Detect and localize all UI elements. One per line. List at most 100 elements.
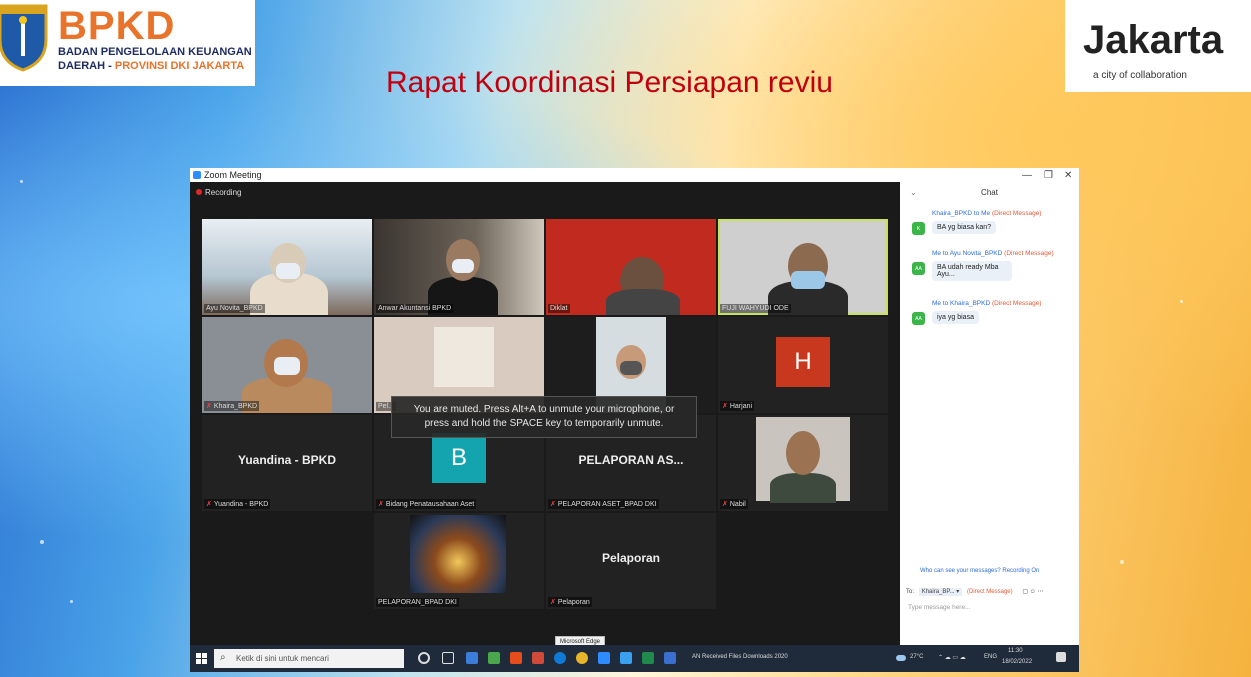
muted-notification: You are muted. Press Alt+A to unmute you… [391,396,697,438]
recording-dot-icon [196,189,202,195]
tray-icons[interactable]: ⌃ ☁ ▭ ☁ [938,654,966,661]
video-tile[interactable]: Anwar Akuntansi BPKD [374,219,544,315]
chat-privacy-notice[interactable]: Who can see your messages? Recording On [920,568,1039,574]
minimize-icon[interactable]: — [1022,170,1032,181]
video-tile[interactable]: Diklat [546,219,716,315]
muted-notification-line2: press and hold the SPACE key to temporar… [424,418,664,429]
jakarta-wordmark: Jakarta [1083,18,1224,62]
participant-name: Ayu Novita_BPKD [204,304,265,313]
app-icon[interactable] [510,652,522,664]
video-tile[interactable]: H ✗ Harjani [718,317,888,413]
bpkd-line2: DAERAH - PROVINSI DKI JAKARTA [58,60,244,72]
participant-name: PELAPORAN_BPAD DKI [376,598,459,607]
app-icon[interactable] [466,652,478,664]
search-icon: ⌕ [220,652,226,663]
chat-message-meta: Me to Khaira_BPKD (Direct Message) [932,300,1042,307]
chat-message-meta: Me to Ayu Novita_BPKD (Direct Message) [932,250,1054,257]
weather-icon [896,655,906,661]
app-icon[interactable] [532,652,544,664]
app-icon[interactable] [620,652,632,664]
chat-header: Chat [981,188,998,197]
bpkd-wordmark: BPKD [58,4,176,48]
chat-message: BA udah ready Mba Ayu... [932,261,1012,281]
taskbar-search[interactable]: ⌕ Ketik di sini untuk mencari [214,649,404,668]
video-tile[interactable]: Pelaporan ✗ Pelaporan [546,513,716,609]
participant-name: Diklat [548,304,570,313]
bpkd-daerah: DAERAH [58,60,106,72]
zoom-window: Zoom Meeting Recording Ayu Novita_BPKD A… [190,168,1079,645]
chat-recipient-row: To: Khaira_BP... ▾ (Direct Message) ▢ ☺ … [906,588,1043,596]
participant-name: ✗ PELAPORAN ASET_BPAD DKI [548,499,659,509]
participant-initial-avatar: H [776,337,830,387]
sparkle [40,540,44,544]
participant-initial-avatar: B [432,433,486,483]
language-indicator[interactable]: ENG [984,654,997,660]
weather-temp[interactable]: 27°C [910,654,923,660]
video-tile[interactable]: ✗ Nabil [718,415,888,511]
recording-indicator[interactable]: Recording [196,188,241,197]
chat-panel: — ❐ ✕ ⌄ Chat Khaira_BPKD to Me (Direct M… [900,168,1079,645]
chat-recipient-select[interactable]: Khaira_BP... ▾ [918,588,963,596]
emoji-icon[interactable]: ☺ [1030,589,1036,595]
app-icon[interactable] [488,652,500,664]
notification-icon[interactable] [1056,652,1066,662]
file-icon[interactable]: ▢ [1022,589,1028,595]
task-view-icon[interactable] [442,652,454,664]
video-tile[interactable]: Yuandina - BPKD ✗ Yuandina - BPKD [202,415,372,511]
more-icon[interactable]: ⋯ [1037,589,1043,595]
close-icon[interactable]: ✕ [1064,170,1072,181]
chat-to-label: To: [906,589,915,595]
participant-name: ✗ Bidang Penatausahaan Aset [376,499,477,509]
chat-input[interactable]: Type message here... [908,604,971,611]
windows-taskbar: ⌕ Ketik di sini untuk mencari AN Receive… [190,645,1079,672]
clock-date[interactable]: 18/02/2022 [1002,659,1032,665]
clock-time[interactable]: 11:30 [1008,648,1023,654]
video-tile[interactable]: Ayu Novita_BPKD [202,219,372,315]
dki-emblem-icon [0,4,48,72]
sparkle [70,600,73,603]
chrome-icon[interactable] [576,652,588,664]
chat-message: iya yg biasa [932,311,979,324]
participant-name: ✗ Pelaporan [548,597,592,607]
participant-name: FUJI WAHYUDI ODE [720,304,791,313]
zoom-window-title: Zoom Meeting [204,170,262,180]
recording-label: Recording [205,188,242,197]
chat-message-meta: Khaira_BPKD to Me (Direct Message) [932,210,1042,217]
muted-notification-line1: You are muted. Press Alt+A to unmute you… [413,404,675,415]
sparkle [1180,300,1183,303]
bpkd-provinsi: PROVINSI DKI JAKARTA [114,60,245,72]
bpkd-line1: BADAN PENGELOLAAN KEUANGAN [58,46,252,58]
participant-display-name: PELAPORAN AS... [578,453,684,467]
page-title: Rapat Koordinasi Persiapan reviu [386,66,833,99]
chat-avatar: K [912,222,925,235]
chat-avatar: AA [912,262,925,275]
participant-name: ✗ Nabil [720,499,748,509]
bpkd-dash: - [108,60,112,72]
chat-avatar: AA [912,312,925,325]
sparkle [20,180,23,183]
sparkle [1120,560,1124,564]
bpkd-logo: BPKD BADAN PENGELOLAAN KEUANGAN DAERAH -… [0,0,255,86]
participant-name: ✗ Yuandina - BPKD [204,499,271,509]
taskbar-folders[interactable]: AN Received Files Downloads 2020 [692,654,788,660]
excel-icon[interactable] [642,652,654,664]
participant-display-name: Pelaporan [601,551,661,565]
video-tile[interactable]: ✗ Khaira_BPKD [202,317,372,413]
participant-display-name: Yuandina - BPKD [237,453,336,467]
app-icon[interactable] [664,652,676,664]
maximize-icon[interactable]: ❐ [1044,170,1053,181]
edge-icon[interactable] [554,652,566,664]
windows-start-icon[interactable] [196,653,207,664]
jakarta-tagline: a city of collaboration [1093,70,1187,81]
cortana-icon[interactable] [418,652,430,664]
participant-name: ✗ Harjani [720,401,755,411]
chat-message: BA yg biasa kan? [932,221,997,234]
zoom-titlebar: Zoom Meeting [190,168,900,182]
video-tile[interactable]: PELAPORAN_BPAD DKI [374,513,544,609]
chat-direct-message-label: (Direct Message) [966,589,1013,595]
participant-name: ✗ Khaira_BPKD [204,401,260,411]
zoom-app-icon [193,171,201,179]
zoom-taskbar-icon[interactable] [598,652,610,664]
jakarta-logo: Jakarta a city of collaboration [1065,0,1251,92]
video-tile-active-speaker[interactable]: FUJI WAHYUDI ODE [718,219,888,315]
